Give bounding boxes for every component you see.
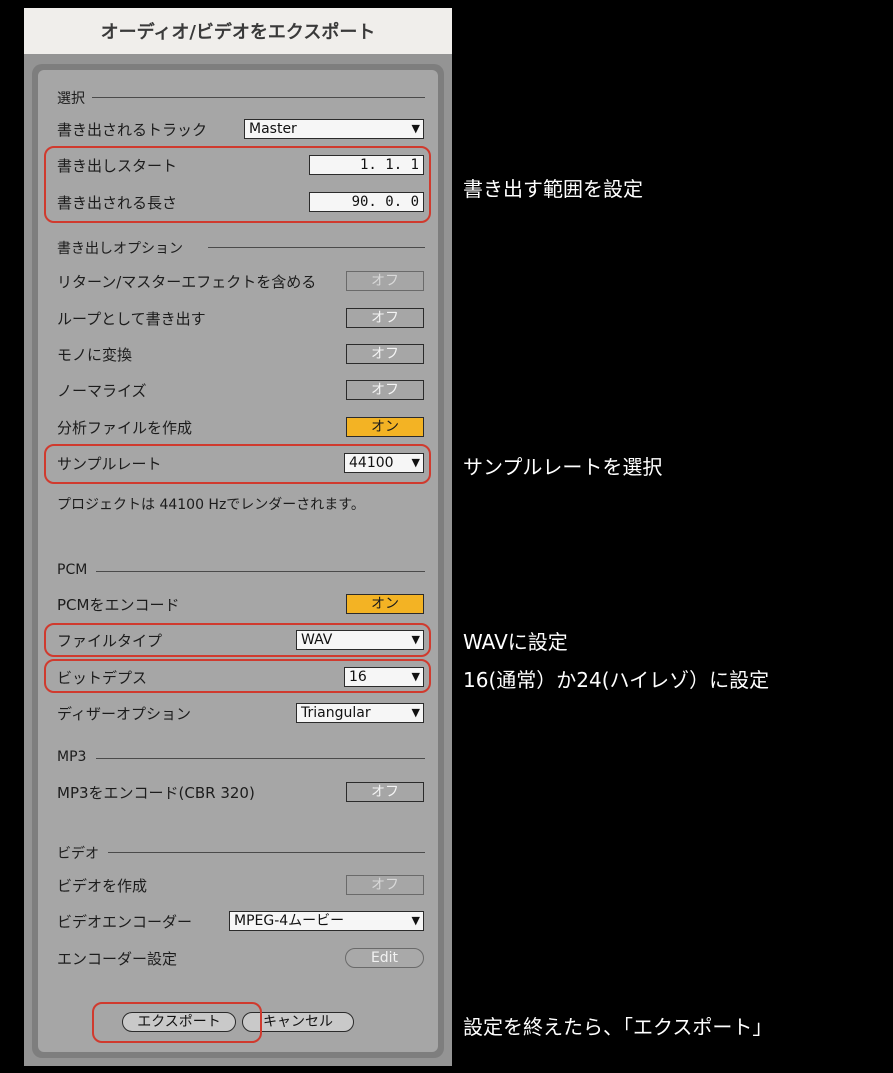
loop-label: ループとして書き出す: [57, 310, 206, 328]
dialog-title: オーディオ/ビデオをエクスポート: [24, 8, 452, 54]
loop-toggle[interactable]: オフ: [346, 308, 424, 328]
render-info: プロジェクトは 44100 Hzでレンダーされます。: [57, 497, 365, 513]
bit-depth-highlight: [44, 659, 431, 693]
sample-rate-highlight: [44, 444, 431, 484]
video-encoder-value: MPEG-4ムービー: [234, 913, 345, 929]
mp3-encode-toggle[interactable]: オフ: [346, 782, 424, 802]
video-encoder-select[interactable]: MPEG-4ムービー ▼: [229, 911, 424, 931]
range-highlight: [44, 146, 431, 223]
file-type-highlight: [44, 623, 431, 657]
annotation-export: 設定を終えたら、「エクスポート」: [463, 1015, 773, 1039]
section-divider: [92, 97, 425, 98]
section-video-label: ビデオ: [57, 846, 99, 862]
dither-value: Triangular: [301, 705, 371, 721]
chevron-down-icon: ▼: [411, 122, 420, 135]
dither-label: ディザーオプション: [57, 705, 191, 723]
video-create-label: ビデオを作成: [57, 877, 148, 895]
track-label: 書き出されるトラック: [57, 121, 208, 139]
analysis-toggle[interactable]: オン: [346, 417, 424, 437]
section-divider: [96, 571, 425, 572]
mp3-encode-label: MP3をエンコード(CBR 320): [57, 784, 255, 802]
section-divider: [208, 247, 425, 248]
section-mp3-label: MP3: [57, 749, 87, 765]
annotation-sample-rate: サンプルレートを選択: [463, 455, 663, 479]
chevron-down-icon: ▼: [411, 914, 420, 927]
normalize-toggle[interactable]: オフ: [346, 380, 424, 400]
annotation-bit-depth: 16(通常）か24(ハイレゾ）に設定: [463, 668, 770, 692]
annotation-wav: WAVに設定: [463, 630, 568, 654]
section-pcm-label: PCM: [57, 562, 88, 578]
encoder-settings-label: エンコーダー設定: [57, 950, 178, 968]
track-select[interactable]: Master ▼: [244, 119, 424, 139]
video-create-toggle[interactable]: オフ: [346, 875, 424, 895]
track-select-value: Master: [249, 121, 297, 137]
section-selection-label: 選択: [57, 91, 85, 107]
analysis-label: 分析ファイルを作成: [57, 419, 193, 437]
section-options-label: 書き出しオプション: [57, 241, 183, 257]
mono-toggle[interactable]: オフ: [346, 344, 424, 364]
pcm-encode-label: PCMをエンコード: [57, 596, 180, 614]
mono-label: モノに変換: [57, 346, 133, 364]
pcm-encode-toggle[interactable]: オン: [346, 594, 424, 614]
chevron-down-icon: ▼: [411, 706, 420, 719]
section-divider: [108, 852, 425, 853]
section-divider: [96, 758, 425, 759]
dither-select[interactable]: Triangular ▼: [296, 703, 424, 723]
annotation-range: 書き出す範囲を設定: [463, 177, 643, 201]
export-highlight: [92, 1002, 262, 1043]
normalize-label: ノーマライズ: [57, 382, 147, 400]
return-master-label: リターン/マスターエフェクトを含める: [57, 273, 317, 291]
return-master-toggle[interactable]: オフ: [346, 271, 424, 291]
edit-button[interactable]: Edit: [345, 948, 424, 968]
video-encoder-label: ビデオエンコーダー: [57, 913, 193, 931]
